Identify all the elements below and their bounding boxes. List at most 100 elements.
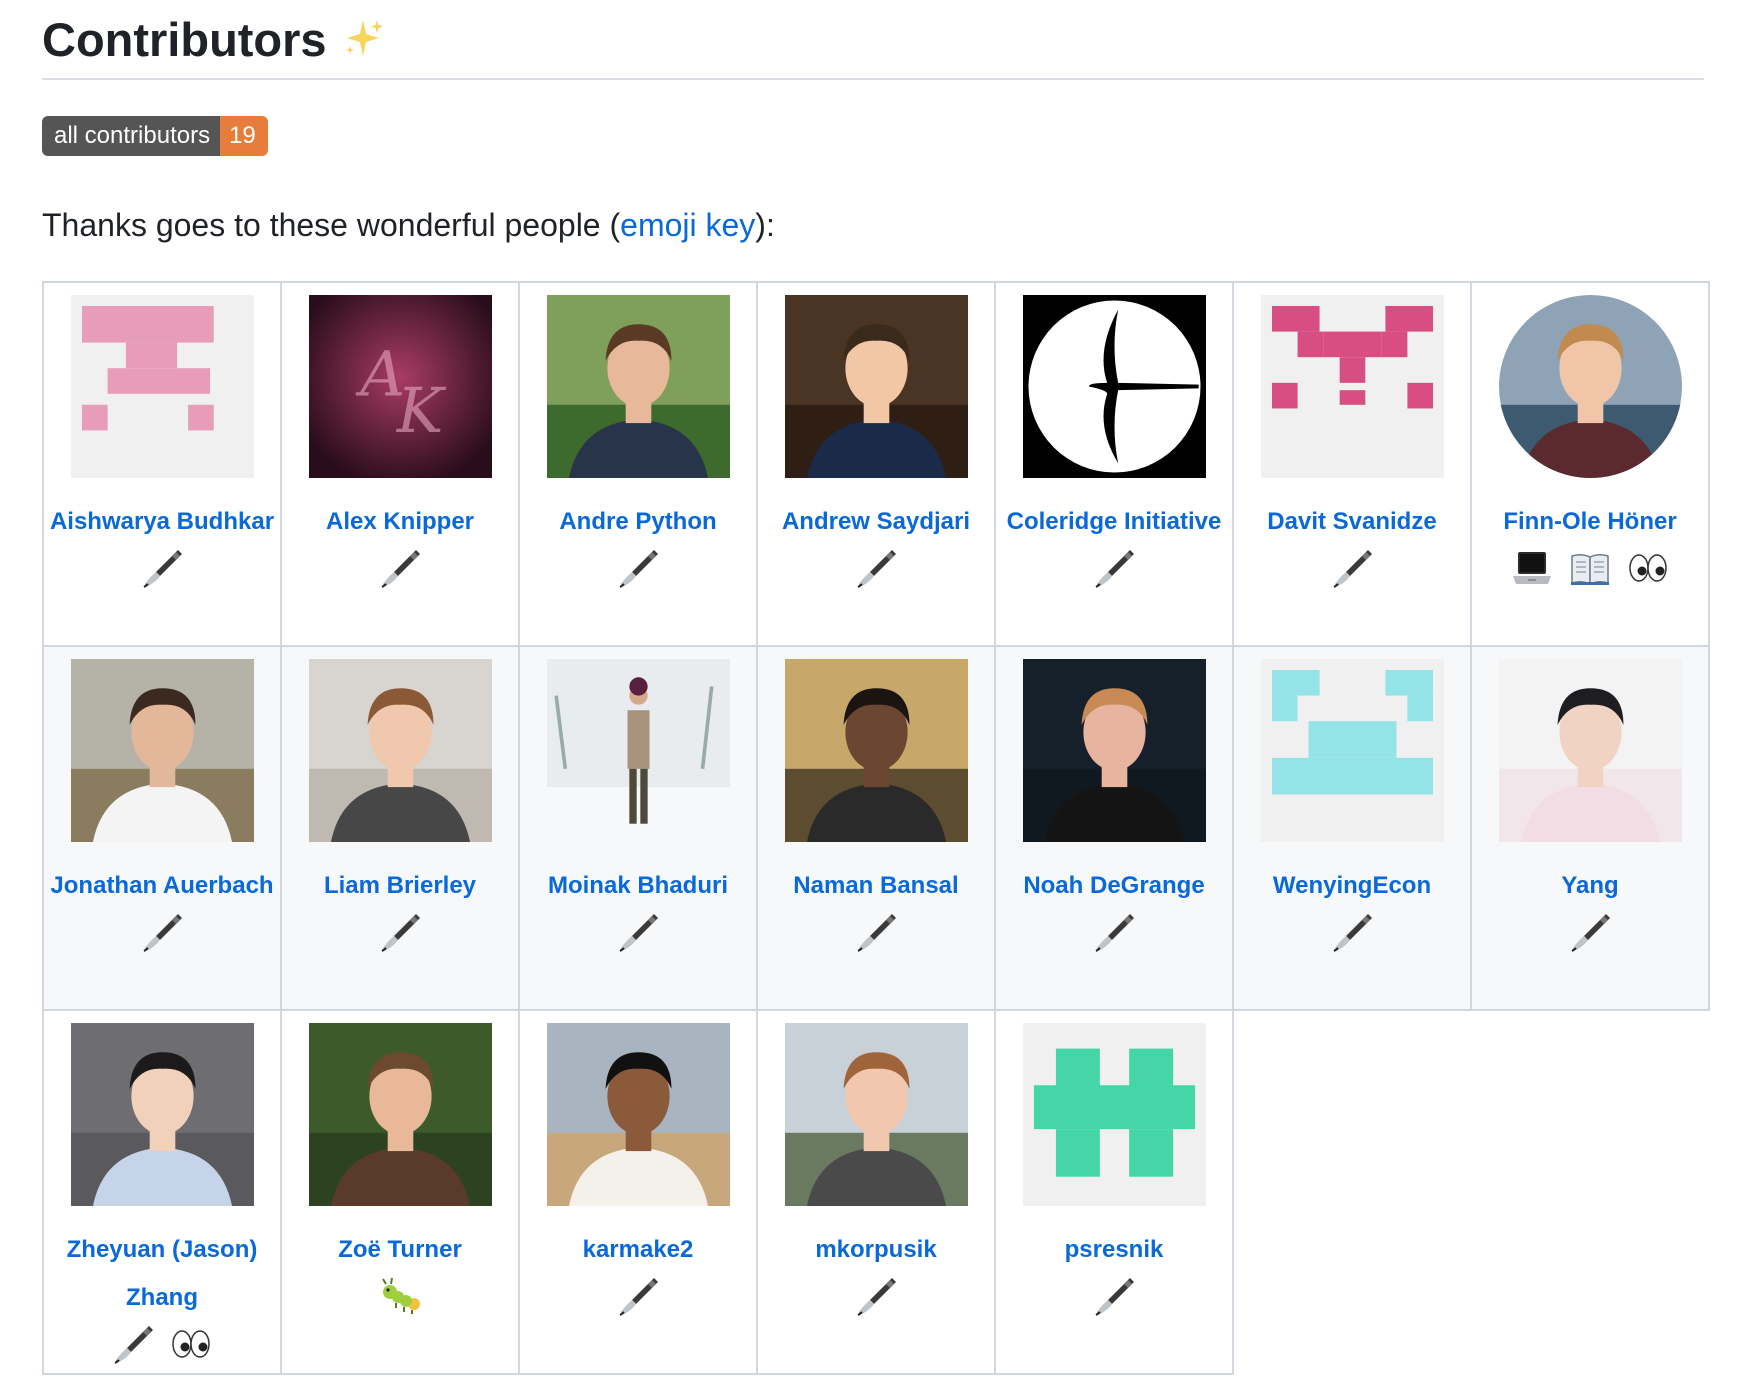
contributor-name[interactable]: Zheyuan (Jason) Zhang	[44, 1226, 280, 1322]
paintbrush-icon[interactable]	[854, 910, 898, 954]
contributor-avatar[interactable]	[1022, 1023, 1206, 1206]
paintbrush-icon[interactable]	[1092, 910, 1136, 954]
svg-text:K: K	[395, 374, 446, 447]
contributor-avatar[interactable]	[546, 659, 730, 842]
paintbrush-icon[interactable]	[140, 910, 184, 954]
book-icon[interactable]	[1568, 546, 1612, 590]
contributor-avatar[interactable]	[784, 295, 968, 478]
badge-label: all contributors	[42, 116, 221, 156]
contributor-cell: Aishwarya Budhkar	[42, 281, 282, 647]
contributor-name[interactable]: Coleridge Initiative	[996, 498, 1232, 546]
contributor-cell: Moinak Bhaduri	[518, 645, 758, 1011]
contribution-types	[758, 546, 994, 590]
emoji-key-link[interactable]: emoji key	[620, 207, 755, 243]
contributor-cell: Andrew Saydjari	[756, 281, 996, 647]
paintbrush-icon[interactable]	[854, 1274, 898, 1318]
paintbrush-icon[interactable]	[1330, 546, 1374, 590]
contribution-types	[44, 1322, 280, 1366]
bug-icon[interactable]	[378, 1274, 422, 1318]
contribution-types	[1472, 546, 1708, 590]
contributor-avatar[interactable]	[70, 1023, 254, 1206]
contributor-name[interactable]: Finn-Ole Höner	[1472, 498, 1708, 546]
contributor-cell: Yang	[1470, 645, 1710, 1011]
contributors-row: Aishwarya Budhkar A K Alex Knipper Andre Py…	[42, 281, 1710, 647]
paintbrush-icon[interactable]	[616, 910, 660, 954]
contributor-avatar[interactable]: AK	[308, 295, 492, 478]
contributor-name[interactable]: Alex Knipper	[282, 498, 518, 546]
eyes-icon[interactable]	[1626, 546, 1670, 590]
contributor-avatar[interactable]	[1260, 295, 1444, 478]
paintbrush-icon[interactable]	[1092, 546, 1136, 590]
contribution-types	[1472, 910, 1708, 954]
contributor-name[interactable]: Aishwarya Budhkar	[44, 498, 280, 546]
contribution-types	[996, 910, 1232, 954]
contributor-avatar[interactable]	[784, 1023, 968, 1206]
badge-count: 19	[220, 116, 268, 156]
contributor-name[interactable]: Davit Svanidze	[1234, 498, 1470, 546]
all-contributors-badge[interactable]: all contributors 19	[42, 116, 268, 156]
eyes-icon[interactable]	[169, 1322, 213, 1366]
contribution-types	[1234, 910, 1470, 954]
contributor-name[interactable]: Noah DeGrange	[996, 862, 1232, 910]
contributor-cell: Andre Python	[518, 281, 758, 647]
contributor-name[interactable]: karmake2	[520, 1226, 756, 1274]
contributor-cell: karmake2	[518, 1009, 758, 1375]
contributors-row: Zheyuan (Jason) Zhang Zoë Turner karmake…	[42, 1009, 1709, 1375]
contributor-name[interactable]: Zoë Turner	[282, 1226, 518, 1274]
contributor-cell: mkorpusik	[756, 1009, 996, 1375]
paintbrush-icon[interactable]	[616, 546, 660, 590]
contribution-types	[996, 546, 1232, 590]
contributor-cell: Davit Svanidze	[1232, 281, 1472, 647]
paintbrush-icon[interactable]	[378, 910, 422, 954]
contributor-cell: Finn-Ole Höner	[1470, 281, 1710, 647]
contributor-name[interactable]: Jonathan Auerbach	[44, 862, 280, 910]
contributor-name[interactable]: Andrew Saydjari	[758, 498, 994, 546]
contributor-avatar[interactable]	[546, 1023, 730, 1206]
contributor-name[interactable]: Liam Brierley	[282, 862, 518, 910]
contributor-avatar[interactable]	[1498, 295, 1682, 478]
contribution-types	[520, 910, 756, 954]
contributor-avatar[interactable]	[1260, 659, 1444, 842]
heading-text: Contributors	[42, 13, 327, 66]
contributor-cell: Naman Bansal	[756, 645, 996, 1011]
paintbrush-icon[interactable]	[1568, 910, 1612, 954]
paintbrush-icon[interactable]	[854, 546, 898, 590]
contributor-name[interactable]: Moinak Bhaduri	[520, 862, 756, 910]
contributor-cell: Noah DeGrange	[994, 645, 1234, 1011]
contributor-name[interactable]: WenyingEcon	[1234, 862, 1470, 910]
contributor-name[interactable]: Yang	[1472, 862, 1708, 910]
thanks-prefix: Thanks goes to these wonderful people (	[42, 207, 621, 243]
contributor-name[interactable]: mkorpusik	[758, 1226, 994, 1274]
contributor-avatar[interactable]	[70, 295, 254, 478]
paintbrush-icon[interactable]	[378, 546, 422, 590]
contribution-types	[1234, 546, 1470, 590]
contributor-avatar[interactable]	[1022, 659, 1206, 842]
contributor-name[interactable]: Naman Bansal	[758, 862, 994, 910]
laptop-icon[interactable]	[1510, 546, 1554, 590]
empty-cell	[1471, 1010, 1709, 1374]
contribution-types	[758, 1274, 994, 1318]
contributor-cell: A K Alex Knipper	[280, 281, 520, 647]
thanks-suffix: ):	[755, 207, 775, 243]
contribution-types	[996, 1274, 1232, 1318]
contributor-avatar[interactable]	[308, 659, 492, 842]
sparkles-icon	[341, 14, 385, 74]
contributors-table: Aishwarya Budhkar A K Alex Knipper Andre Py…	[42, 281, 1710, 1375]
paintbrush-icon[interactable]	[616, 1274, 660, 1318]
paintbrush-icon[interactable]	[140, 546, 184, 590]
contributor-cell: Zheyuan (Jason) Zhang	[42, 1009, 282, 1375]
contributor-cell: Jonathan Auerbach	[42, 645, 282, 1011]
contributor-avatar[interactable]	[1498, 659, 1682, 842]
contributor-avatar[interactable]	[70, 659, 254, 842]
contributor-name[interactable]: psresnik	[996, 1226, 1232, 1274]
contributor-cell: Zoë Turner	[280, 1009, 520, 1375]
contributor-avatar[interactable]	[308, 1023, 492, 1206]
paintbrush-icon[interactable]	[1092, 1274, 1136, 1318]
contributor-avatar[interactable]	[784, 659, 968, 842]
contributor-avatar[interactable]	[546, 295, 730, 478]
contributor-avatar[interactable]	[1022, 295, 1206, 478]
contribution-types	[282, 910, 518, 954]
contributor-name[interactable]: Andre Python	[520, 498, 756, 546]
paintbrush-icon[interactable]	[1330, 910, 1374, 954]
paintbrush-icon[interactable]	[111, 1322, 155, 1366]
